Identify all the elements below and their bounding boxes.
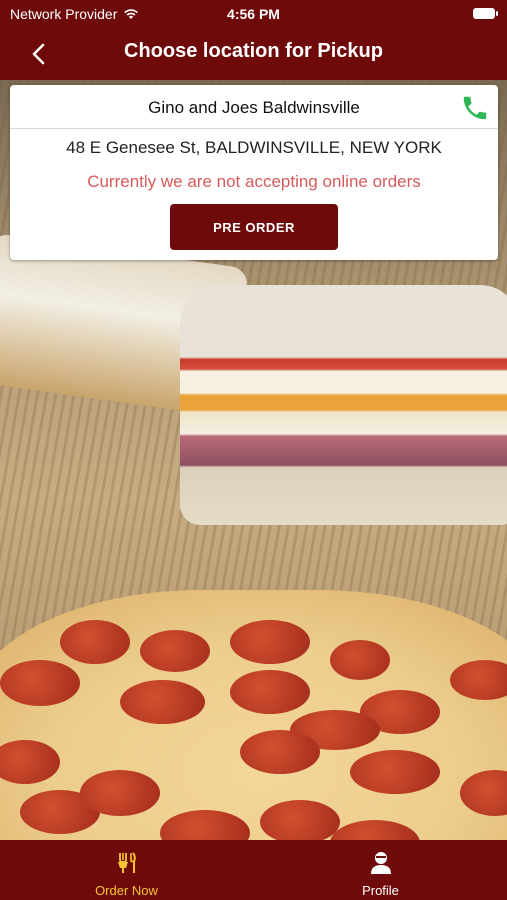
- pre-order-button[interactable]: PRE ORDER: [170, 204, 338, 250]
- battery-icon: [473, 8, 498, 19]
- nav-bar: Choose location for Pickup: [0, 28, 507, 78]
- card-divider: [10, 128, 498, 129]
- header: Network Provider 4:56 PM Choose location…: [0, 0, 507, 80]
- ordering-status-notice: Currently we are not accepting online or…: [87, 172, 421, 191]
- location-name: Gino and Joes Baldwinsville: [148, 98, 360, 117]
- bottom-tab-bar: Order Now Profile: [0, 840, 507, 900]
- tab-profile[interactable]: Profile: [254, 840, 507, 900]
- tab-profile-label: Profile: [362, 883, 399, 898]
- status-bar: Network Provider 4:56 PM: [0, 0, 507, 28]
- page-title: Choose location for Pickup: [124, 40, 383, 62]
- sandwich-right-image: [180, 285, 507, 525]
- phone-icon[interactable]: [460, 93, 490, 123]
- location-address: 48 E Genesee St, BALDWINSVILLE, NEW YORK: [66, 138, 442, 157]
- user-icon: [370, 852, 391, 874]
- fork-knife-icon: [117, 852, 136, 873]
- pizza-image: [0, 590, 507, 840]
- tab-order-now-label: Order Now: [95, 883, 158, 898]
- status-time: 4:56 PM: [227, 6, 280, 22]
- tab-order-now[interactable]: Order Now: [0, 840, 253, 900]
- location-card[interactable]: Gino and Joes Baldwinsville 48 E Genesee…: [10, 85, 498, 260]
